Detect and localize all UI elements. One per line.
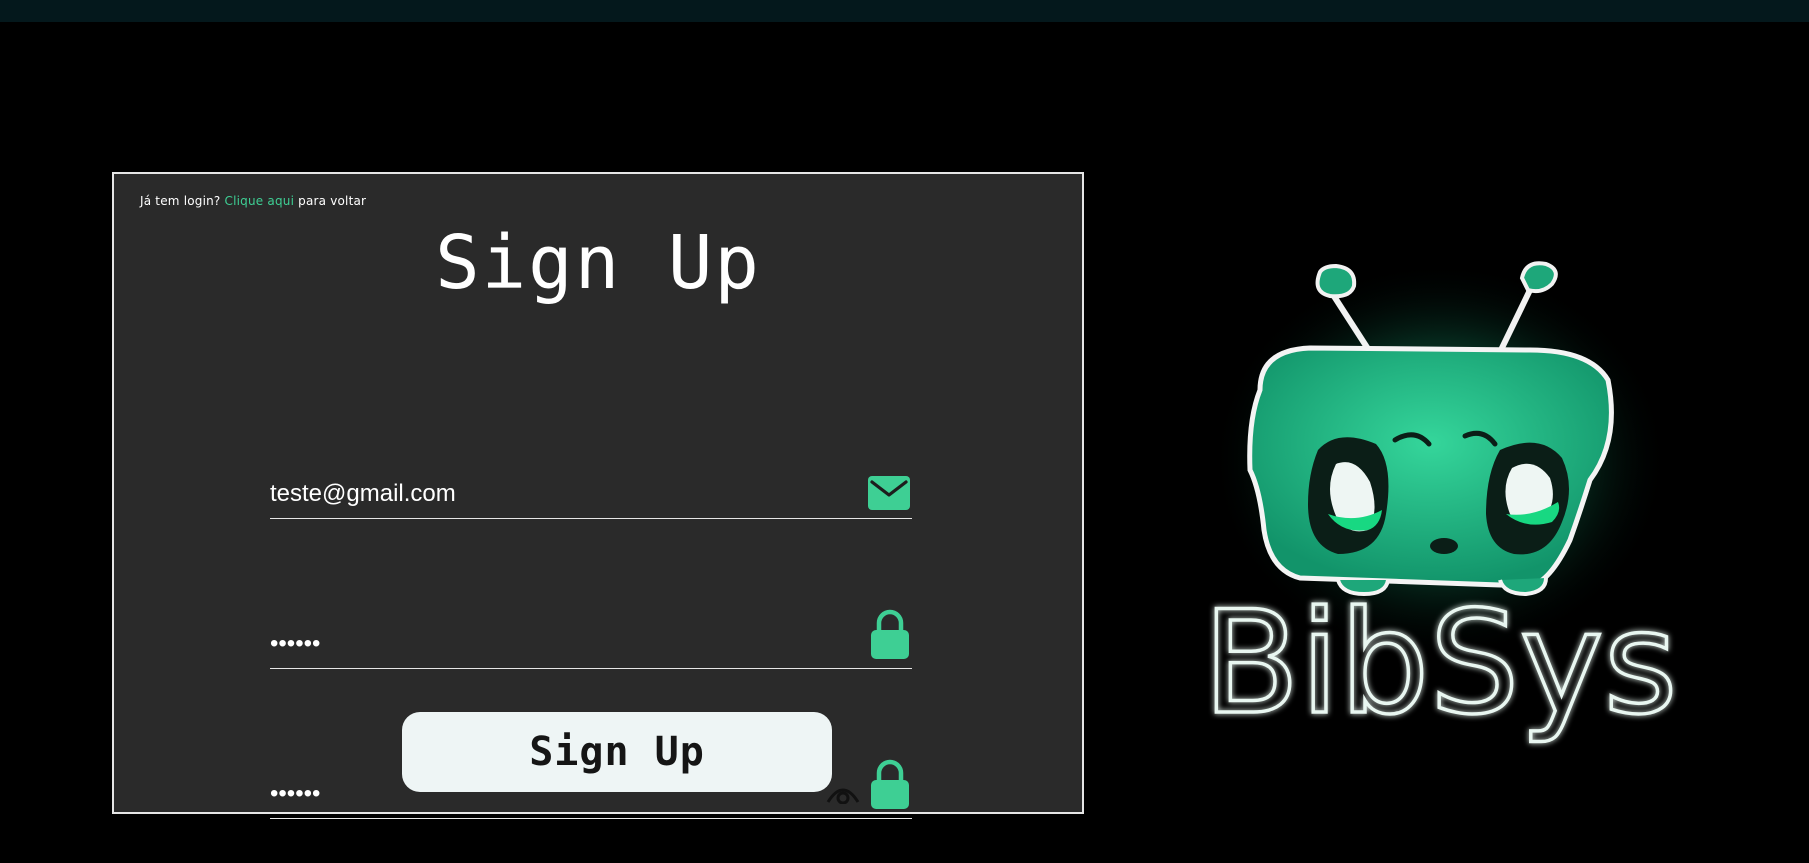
logo-text: BibSys bbox=[1202, 581, 1677, 746]
password-field[interactable] bbox=[270, 630, 830, 658]
lock-icon bbox=[870, 608, 910, 664]
page-title: Sign Up bbox=[435, 220, 761, 306]
back-to-login-link[interactable]: Clique aqui bbox=[225, 194, 295, 208]
email-field-wrapper bbox=[270, 470, 912, 519]
password-field-wrapper bbox=[270, 609, 912, 669]
envelope-icon bbox=[868, 476, 910, 514]
eye-icon[interactable] bbox=[826, 784, 860, 808]
login-hint-prefix: Já tem login? bbox=[140, 194, 221, 208]
top-bar bbox=[0, 0, 1809, 22]
bibsys-logo: BibSys bbox=[1200, 250, 1680, 770]
lock-icon bbox=[870, 758, 910, 814]
email-field[interactable] bbox=[270, 480, 830, 508]
login-hint: Já tem login? Clique aqui para voltar bbox=[140, 194, 366, 208]
login-hint-suffix: para voltar bbox=[298, 194, 367, 208]
signup-panel: Já tem login? Clique aqui para voltar Si… bbox=[112, 172, 1084, 819]
sign-up-button[interactable]: Sign Up bbox=[402, 712, 832, 792]
